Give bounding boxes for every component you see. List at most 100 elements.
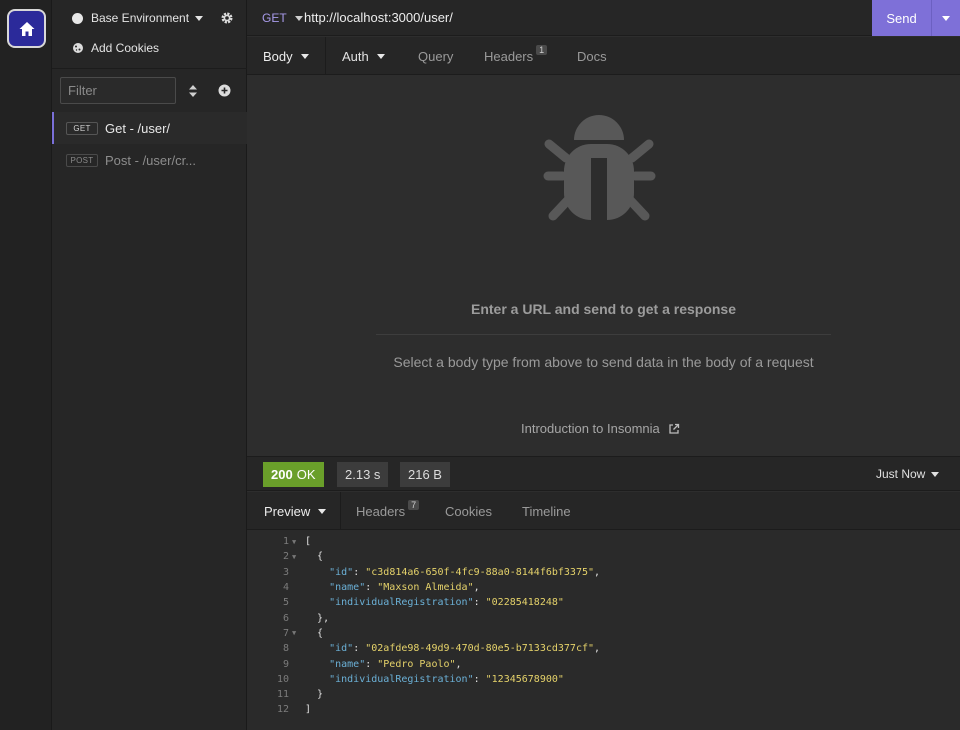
- request-body-empty-state: Enter a URL and send to get a response S…: [247, 76, 960, 456]
- code-line: 3 "id": "c3d814a6-650f-4fc9-88a0-8144f6b…: [247, 565, 600, 580]
- tab-response-headers[interactable]: Headers 7: [356, 492, 420, 530]
- app-rail: [0, 0, 52, 730]
- response-json-viewer[interactable]: 1 ▼[2 ▼ {3 "id": "c3d814a6-650f-4fc9-88a0-…: [247, 530, 960, 730]
- tab-headers[interactable]: Headers 1: [484, 37, 548, 75]
- history-label: Just Now: [876, 467, 926, 481]
- json-key: "individualRegistration": [329, 597, 474, 609]
- json-string: "12345678900": [485, 673, 564, 685]
- tab-preview[interactable]: Preview: [247, 492, 341, 530]
- code-text: "name": "Maxson Almeida",: [329, 582, 480, 594]
- json-string: "c3d814a6-650f-4fc9-88a0-8144f6bf3375": [365, 566, 595, 578]
- line-number: 2: [282, 551, 289, 563]
- line-number: 1: [282, 536, 289, 548]
- send-label: Send: [886, 10, 917, 26]
- method-label: GET: [262, 11, 287, 25]
- fold-arrow-icon[interactable]: ▼: [289, 553, 305, 561]
- tab-cookies[interactable]: Cookies: [445, 492, 492, 530]
- code-line: 5 "individualRegistration": "02285418248…: [247, 595, 564, 610]
- chevron-down-icon: [294, 16, 303, 22]
- code-text: [: [305, 536, 312, 548]
- code-line: 7 ▼ {: [247, 626, 323, 641]
- tab-query[interactable]: Query: [418, 37, 453, 75]
- line-number: 10: [276, 673, 289, 685]
- tab-timeline-label: Timeline: [522, 503, 571, 519]
- code-line: 1 ▼[: [247, 534, 311, 549]
- code-line: 12]: [247, 702, 311, 717]
- main-panel: GET http://localhost:3000/user/ Send Bod…: [247, 0, 960, 730]
- response-headers-count-badge: 7: [408, 500, 420, 510]
- line-number: 12: [276, 704, 289, 716]
- add-request-icon[interactable]: [218, 84, 231, 97]
- code-text: "name": "Pedro Paolo",: [329, 658, 462, 670]
- code-text: "id": "c3d814a6-650f-4fc9-88a0-8144f6bf3…: [329, 566, 601, 578]
- url-input[interactable]: http://localhost:3000/user/: [304, 10, 453, 25]
- code-line: 8 "id": "02afde98-49d9-470d-80e5-b7133cd…: [247, 641, 600, 656]
- response-size-badge: 216 B: [400, 462, 450, 487]
- gear-icon[interactable]: [220, 11, 234, 25]
- json-key: "id": [329, 643, 354, 655]
- fold-arrow-icon[interactable]: ▼: [289, 629, 305, 637]
- request-name: Get - /user/: [105, 120, 171, 136]
- request-item-post-user[interactable]: POST Post - /user/cr...: [52, 144, 247, 176]
- chevron-down-icon: [318, 508, 327, 514]
- method-badge: POST: [66, 153, 98, 167]
- line-number: 6: [282, 612, 289, 624]
- tab-body-label: Body: [263, 48, 293, 64]
- line-number: 8: [282, 643, 289, 655]
- chevron-down-icon: [195, 15, 204, 21]
- code-text: {: [317, 627, 324, 639]
- fold-arrow-icon[interactable]: ▼: [289, 538, 305, 546]
- code-text: "individualRegistration": "12345678900": [329, 673, 564, 685]
- tab-auth-label: Auth: [342, 48, 369, 64]
- external-link-icon: [669, 423, 679, 434]
- tab-body[interactable]: Body: [247, 37, 326, 75]
- json-key: "individualRegistration": [329, 673, 474, 685]
- code-text: "individualRegistration": "02285418248": [329, 597, 564, 609]
- sort-icon[interactable]: [188, 84, 198, 98]
- code-line: 4 "name": "Maxson Almeida",: [247, 580, 480, 595]
- code-text: "id": "02afde98-49d9-470d-80e5-b7133cd37…: [329, 643, 601, 655]
- intro-link-label: Introduction to Insomnia: [521, 421, 660, 436]
- history-dropdown[interactable]: Just Now: [876, 467, 940, 481]
- tab-timeline[interactable]: Timeline: [522, 492, 571, 530]
- tab-preview-label: Preview: [264, 503, 311, 519]
- json-string: "02285418248": [485, 597, 564, 609]
- line-number: 7: [282, 627, 289, 639]
- environment-selector[interactable]: Base Environment: [52, 0, 246, 36]
- code-text: {: [317, 551, 324, 563]
- tab-auth[interactable]: Auth: [342, 37, 385, 75]
- json-key: "name": [329, 658, 366, 670]
- sidebar: Base Environment Add Cookies Filter GET …: [52, 0, 247, 730]
- code-text: ]: [305, 704, 312, 716]
- bug-icon: [543, 115, 656, 221]
- tab-headers-label: Headers: [484, 48, 534, 64]
- sidebar-divider: [52, 68, 247, 69]
- filter-input[interactable]: Filter: [60, 77, 176, 104]
- home-icon: [19, 21, 34, 36]
- add-cookies-button[interactable]: Add Cookies: [52, 36, 246, 60]
- tab-query-label: Query: [418, 48, 454, 64]
- request-tabs: Body Auth Query Headers 1 Docs: [247, 37, 960, 75]
- cookie-icon: [73, 43, 83, 53]
- send-options-button[interactable]: [932, 15, 960, 21]
- empty-state-divider: [376, 334, 831, 335]
- environment-color-icon: [72, 12, 83, 24]
- json-key: "id": [329, 566, 354, 578]
- tab-docs[interactable]: Docs: [577, 37, 607, 75]
- code-line: 2 ▼ {: [247, 549, 323, 564]
- environment-label: Base Environment: [91, 11, 190, 25]
- chevron-down-icon: [942, 15, 950, 21]
- home-button[interactable]: [7, 9, 46, 48]
- code-text: },: [317, 612, 330, 624]
- method-badge: GET: [66, 121, 98, 135]
- intro-insomnia-link[interactable]: Introduction to Insomnia: [521, 421, 680, 436]
- method-selector[interactable]: GET: [262, 11, 303, 25]
- code-line: 11 }: [247, 687, 323, 702]
- url-bar: GET http://localhost:3000/user/ Send: [247, 0, 960, 36]
- send-button[interactable]: Send: [872, 0, 960, 36]
- request-item-get-user[interactable]: GET Get - /user/: [52, 112, 247, 144]
- chevron-down-icon: [300, 53, 309, 59]
- line-number: 3: [282, 566, 289, 578]
- status-code: 200: [271, 467, 293, 482]
- headers-count-badge: 1: [536, 45, 548, 55]
